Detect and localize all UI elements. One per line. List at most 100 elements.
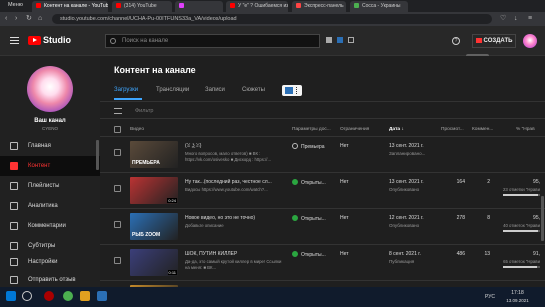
browser-tab[interactable]: Контент на канале - YouTube xyxy=(32,1,108,12)
ext-icon[interactable] xyxy=(337,37,343,43)
restriction-cell: Нет xyxy=(340,143,349,149)
browser-tab[interactable] xyxy=(175,1,223,12)
video-thumbnail[interactable]: РЫБ ZOOM xyxy=(130,213,178,240)
forward-icon[interactable]: › xyxy=(15,15,17,23)
avatar[interactable] xyxy=(523,34,537,48)
content-tab[interactable]: Сюжеты xyxy=(242,87,265,93)
table-row[interactable]: РЫБ ZOOM Новое видео, но это не точно) Доб… xyxy=(100,209,545,245)
video-thumbnail[interactable]: 0:24 xyxy=(130,177,178,204)
date-cell: 12 сент. 2021 г. Опубликовано xyxy=(389,215,424,229)
bookmark-icon[interactable]: ♡ xyxy=(500,15,506,23)
schedule-icon xyxy=(292,143,298,149)
video-title[interactable]: ШОК, ПУТИН КИЛЛЕР xyxy=(185,251,285,257)
sidebar-item[interactable]: Настройки xyxy=(0,252,100,272)
tabs-divider xyxy=(100,101,545,102)
page-title: Контент на канале xyxy=(114,65,196,75)
visibility-cell[interactable]: Открыты... xyxy=(292,251,326,258)
url-field[interactable]: studio.youtube.com/channel/UCHA-Pu-00ITF… xyxy=(52,14,492,24)
select-all-checkbox[interactable] xyxy=(114,126,121,133)
likes-bar-fill xyxy=(503,266,537,268)
col-likes[interactable]: % "Нрав xyxy=(516,127,535,132)
sidebar-item-label: Субтитры xyxy=(28,243,56,249)
create-button[interactable]: СОЗДАТЬ xyxy=(472,34,516,48)
windows-taskbar: РУС 17:18 13.09.2021 xyxy=(0,287,545,307)
browser-menu-button[interactable]: Меню xyxy=(8,2,23,8)
clock-date[interactable]: 13.09.2021 xyxy=(505,298,530,303)
channel-avatar[interactable] xyxy=(27,66,73,112)
sidebar-item[interactable]: Главная xyxy=(0,136,100,156)
sidebar-item[interactable]: Комментарии xyxy=(0,216,100,236)
sidebar-item[interactable]: Плейлисты xyxy=(0,176,100,196)
row-checkbox[interactable] xyxy=(114,257,121,264)
col-date[interactable]: Дата ↓ xyxy=(389,127,404,132)
eye-icon xyxy=(292,215,298,221)
studio-logo-text: Studio xyxy=(43,35,71,45)
language-indicator[interactable]: РУС xyxy=(485,294,495,300)
video-title[interactable]: (ꈍ ͜ʖ ꈍ) xyxy=(185,143,285,149)
row-checkbox[interactable] xyxy=(114,185,121,192)
browser-tab[interactable]: (314) YouTube xyxy=(112,1,172,12)
filter-input[interactable]: Фильтр xyxy=(135,108,153,114)
video-title[interactable]: Новое видео, но это не точно) xyxy=(185,215,285,221)
download-icon[interactable]: ↓ xyxy=(514,15,518,23)
main-scrollbar[interactable] xyxy=(541,196,544,241)
browser-tab[interactable]: Экспресс-панель xyxy=(292,1,346,12)
likes-count: 40 отметок "Нрави xyxy=(503,223,540,228)
search-input[interactable]: Поиск на канале xyxy=(105,34,320,48)
video-thumbnail[interactable]: 0:11 xyxy=(130,249,178,276)
restriction-cell: Нет xyxy=(340,215,349,221)
browser-tab-label: (314) YouTube xyxy=(124,3,157,9)
sidebar-item[interactable]: Аналитика xyxy=(0,196,100,216)
hamburger-menu-icon[interactable] xyxy=(10,37,19,44)
table-row[interactable]: 0:24 Ну так...(последний раз, честное сл.… xyxy=(100,173,545,209)
date-status: Запланировано... xyxy=(389,151,426,156)
search-taskbar-icon[interactable] xyxy=(22,291,32,301)
visibility-label: Открыты... xyxy=(301,180,326,186)
likes-bar xyxy=(503,230,540,232)
video-description: Много вопросов, мало ответов) ■ ВК : htt… xyxy=(185,151,272,162)
likes-bar xyxy=(503,194,540,196)
content-tab[interactable]: Записи xyxy=(205,87,225,93)
col-comments[interactable]: Коммен... xyxy=(472,127,493,132)
video-title[interactable]: Ну так...(последний раз, честное сл... xyxy=(185,179,285,185)
content-tab[interactable]: Загрузки xyxy=(114,87,138,93)
clock-time[interactable]: 17:18 xyxy=(505,290,530,296)
visibility-cell[interactable]: Премьера xyxy=(292,143,325,150)
comments-icon xyxy=(10,222,18,230)
filter-icon[interactable] xyxy=(114,108,122,114)
thumbnail-text: РЫБ ZOOM xyxy=(132,232,161,238)
browser-tab-label: У "е" ? Ошибаемся из-сол xyxy=(238,3,288,9)
row-checkbox[interactable] xyxy=(114,149,121,156)
help-icon[interactable]: ? xyxy=(452,37,460,45)
table-row[interactable]: ПРЕМЬЕРА (ꈍ ͜ʖ ꈍ) Много вопросов, мало отв… xyxy=(100,137,545,173)
col-restrictions[interactable]: Ограничения xyxy=(340,127,369,132)
grid-icon[interactable] xyxy=(326,37,332,43)
browser-tab[interactable]: У "е" ? Ошибаемся из-сол xyxy=(226,1,288,12)
col-visibility[interactable]: Параметры дос... xyxy=(292,127,331,132)
folder-icon[interactable] xyxy=(80,291,90,301)
sidebar-scrollbar[interactable] xyxy=(96,140,99,170)
content-tab[interactable]: Трансляции xyxy=(156,87,189,93)
likes-count: 23 отметки "Нрави xyxy=(503,187,540,192)
reload-icon[interactable]: ↻ xyxy=(26,15,32,23)
chrome-icon[interactable] xyxy=(63,291,73,301)
back-icon[interactable]: ‹ xyxy=(5,15,7,23)
home-icon[interactable]: ⌂ xyxy=(38,15,42,23)
sidebar-item[interactable]: Контент xyxy=(0,156,100,176)
opera-icon[interactable] xyxy=(44,291,54,301)
video-thumbnail[interactable]: ПРЕМЬЕРА xyxy=(130,141,178,168)
browser-tab[interactable]: Сосса - Украины xyxy=(350,1,408,12)
start-icon[interactable] xyxy=(6,291,16,301)
window-icon[interactable] xyxy=(348,37,354,43)
row-checkbox[interactable] xyxy=(114,221,121,228)
sidebar-item-label: Плейлисты xyxy=(28,183,60,189)
tab-extension-widget[interactable] xyxy=(282,85,302,96)
youtube-logo-icon[interactable] xyxy=(28,36,41,45)
app-icon[interactable] xyxy=(97,291,107,301)
col-views[interactable]: Просмот... xyxy=(441,127,464,132)
visibility-cell[interactable]: Открыты... xyxy=(292,179,326,186)
extensions-icon[interactable]: ≡ xyxy=(528,15,532,23)
table-row[interactable]: 0:11 ШОК, ПУТИН КИЛЛЕР Да-да, это самый кр… xyxy=(100,245,545,281)
date-cell: 13 сент. 2021 г. Опубликовано xyxy=(389,179,424,193)
visibility-cell[interactable]: Открыты... xyxy=(292,215,326,222)
